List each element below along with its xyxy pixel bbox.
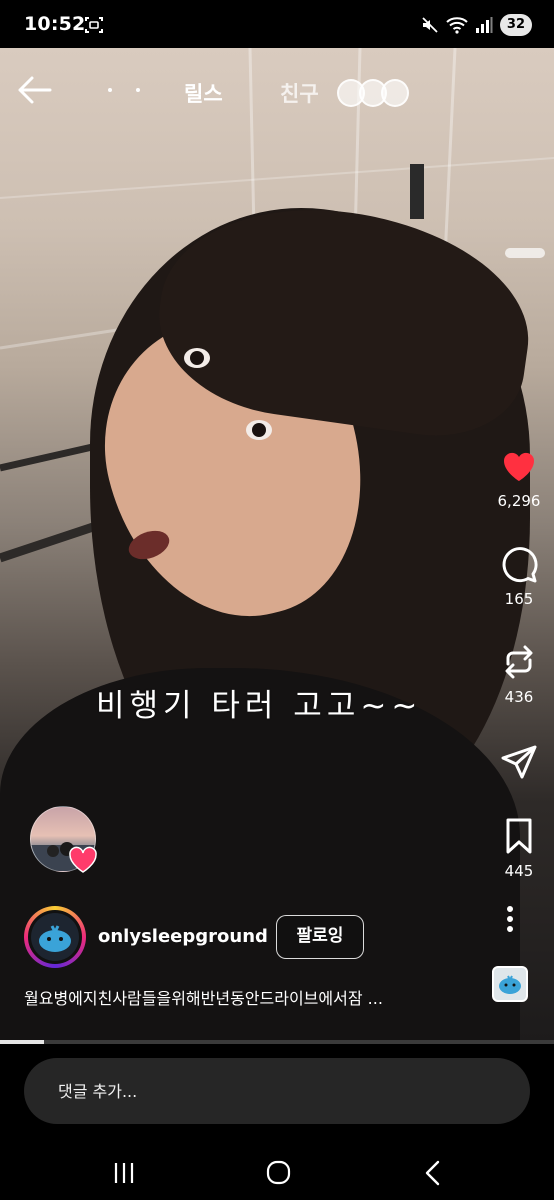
screenshot-icon: [85, 17, 103, 33]
battery-level: 32: [499, 14, 532, 36]
mute-icon: [422, 17, 438, 33]
tab-friends[interactable]: 친구: [280, 78, 319, 108]
whale-plush-icon: [31, 913, 79, 961]
heart-icon[interactable]: [499, 446, 539, 486]
add-comment-input[interactable]: [24, 1058, 530, 1124]
back-icon[interactable]: [414, 1158, 454, 1188]
comment-icon[interactable]: [499, 544, 539, 584]
status-icons: 32: [421, 13, 532, 37]
home-icon[interactable]: [258, 1158, 298, 1188]
like-action[interactable]: 6,296: [484, 446, 554, 510]
save-count: 445: [504, 862, 534, 880]
bookmark-icon[interactable]: [499, 816, 539, 856]
person-eye-right: [246, 420, 272, 440]
author-row: onlysleepground 팔로잉: [24, 906, 484, 968]
send-icon[interactable]: [499, 742, 539, 782]
reel-caption[interactable]: 월요병에지친사람들을위해반년동안드라이브에서잠 ...: [24, 985, 464, 1009]
wifi-icon: [446, 17, 468, 34]
back-arrow-icon[interactable]: [16, 75, 52, 105]
dots-indicator: [108, 86, 144, 96]
reels-top-bar: 릴스 친구: [0, 48, 554, 134]
video-overlay-text: 비행기 타러 고고~~: [96, 688, 423, 724]
save-action[interactable]: 445: [484, 816, 554, 880]
audio-thumbnail[interactable]: [492, 966, 528, 1002]
author-username[interactable]: onlysleepground: [98, 926, 268, 947]
person-eye-left: [184, 348, 210, 368]
repost-action[interactable]: 436: [484, 642, 554, 706]
repost-icon[interactable]: [499, 642, 539, 682]
author-avatar[interactable]: [28, 910, 82, 964]
more-options-icon[interactable]: [498, 904, 522, 934]
like-count: 6,296: [497, 492, 541, 510]
friends-avatars[interactable]: [337, 79, 413, 107]
comment-action[interactable]: 165: [484, 544, 554, 608]
following-button[interactable]: 팔로잉: [276, 915, 364, 959]
system-nav-bar: [0, 1148, 554, 1200]
status-time: 10:52: [24, 13, 86, 35]
bottom-area: [0, 1044, 554, 1200]
heart-badge-icon: [69, 846, 97, 873]
status-bar: 10:52 32: [0, 0, 554, 48]
comment-count: 165: [504, 590, 534, 608]
reel-video[interactable]: [0, 48, 554, 1041]
share-action[interactable]: [484, 742, 554, 782]
tab-reels[interactable]: 릴스: [184, 78, 223, 108]
repost-count: 436: [504, 688, 534, 706]
recent-apps-icon[interactable]: [104, 1158, 144, 1188]
signal-icon: [475, 17, 493, 33]
whale-plush-icon: [499, 975, 521, 994]
author-avatar-ring[interactable]: [24, 906, 86, 968]
